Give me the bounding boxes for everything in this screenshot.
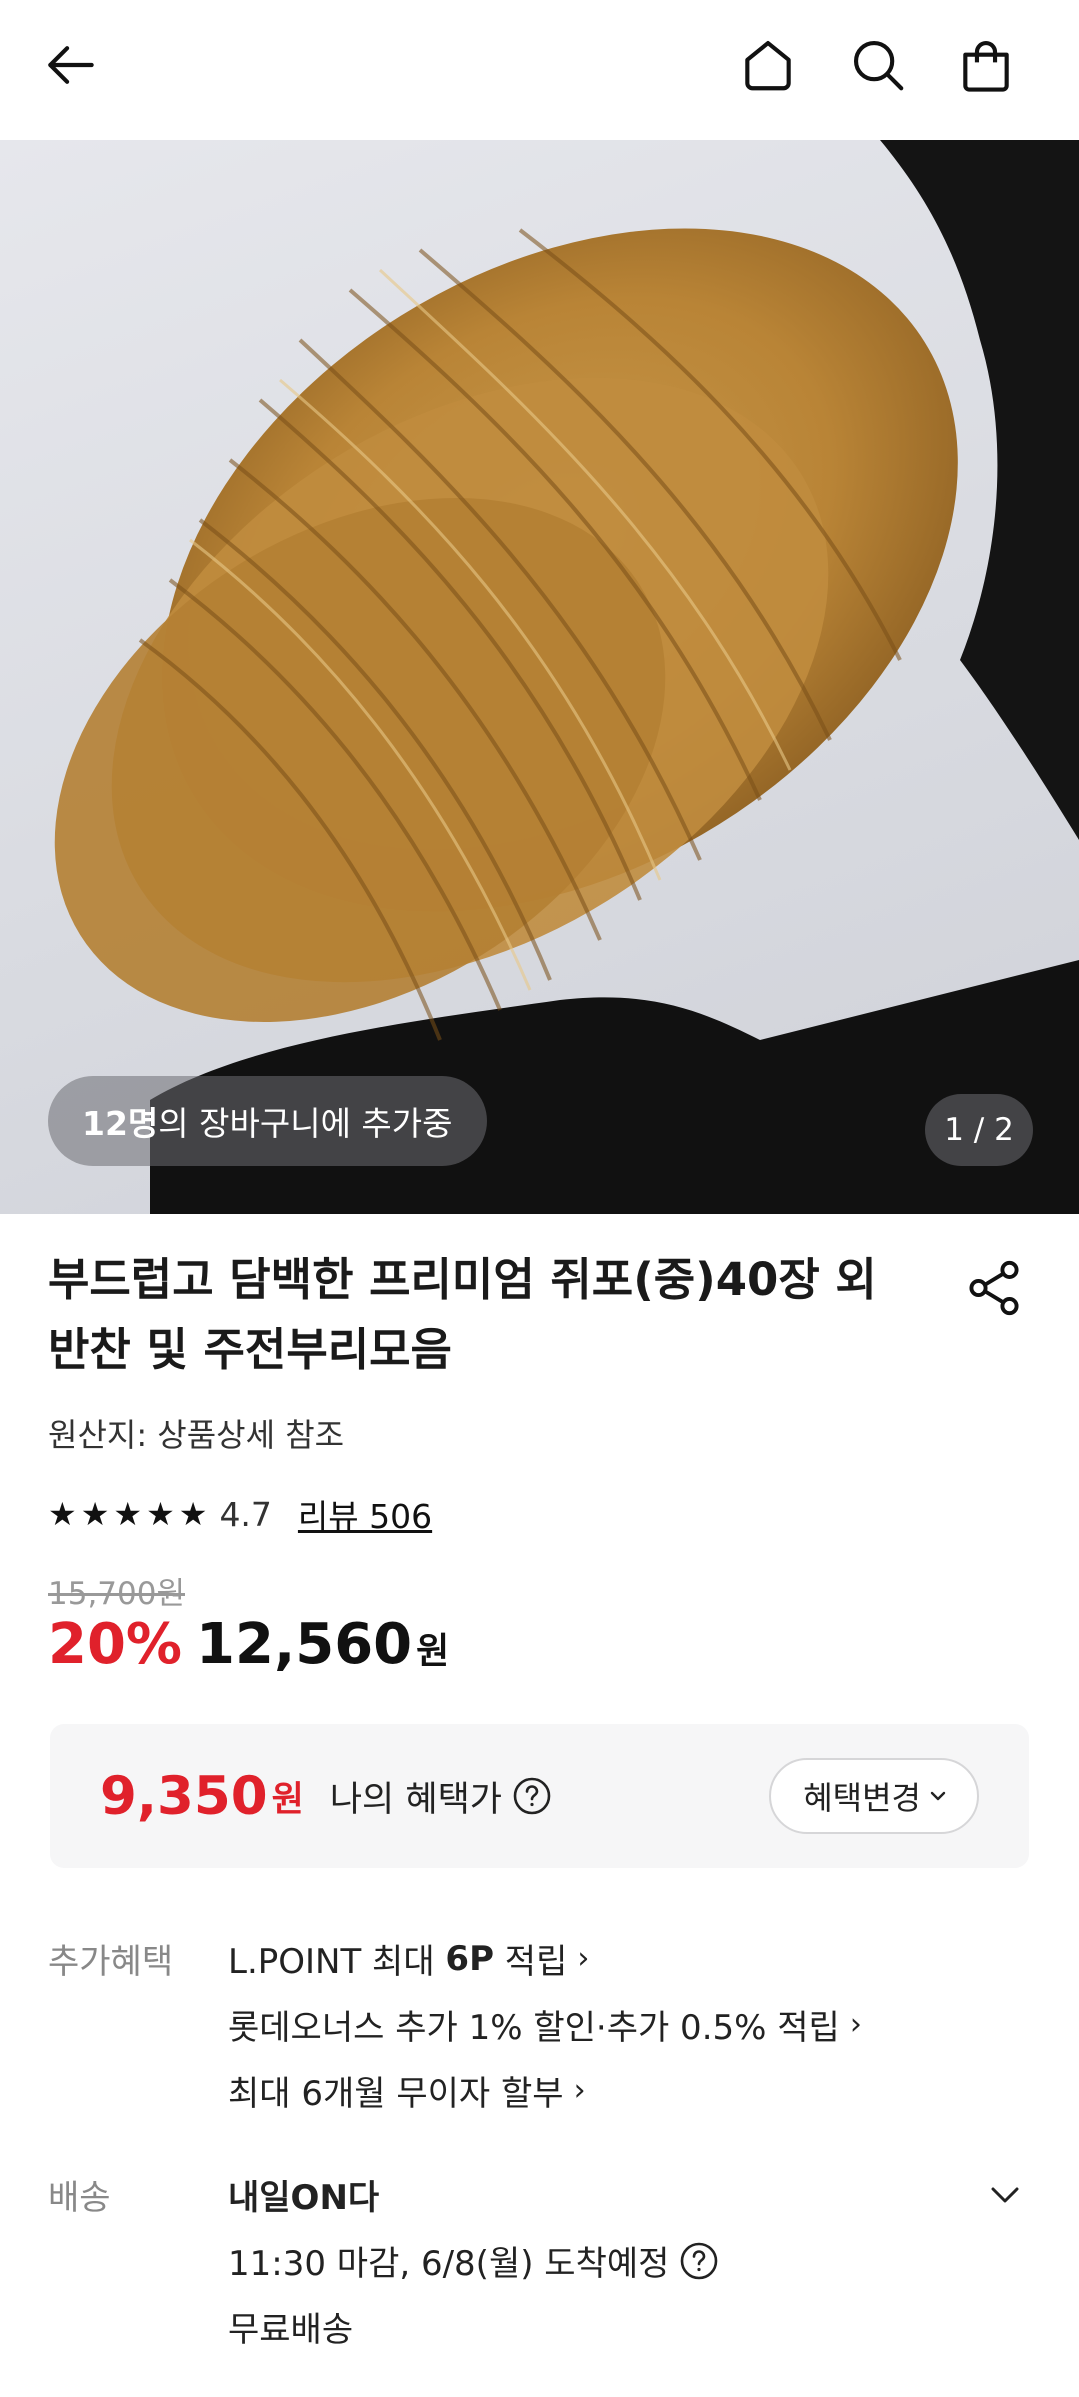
lpoint-points: 6P bbox=[445, 1938, 494, 1979]
product-title-line1: 부드럽고 담백한 프리미엄 쥐포(중)40장 외 bbox=[48, 1253, 877, 1306]
delivery-label: 배송 bbox=[48, 2178, 111, 2218]
cart-button[interactable] bbox=[951, 30, 1021, 100]
star-icon: ★ bbox=[80, 1495, 110, 1533]
price-row: 20% 12,560 원 bbox=[48, 1612, 449, 1688]
back-arrow-icon bbox=[48, 46, 94, 84]
cart-count: 12명 bbox=[82, 1104, 159, 1143]
home-icon bbox=[745, 40, 791, 91]
benefit-change-button[interactable]: 혜택변경 bbox=[769, 1758, 979, 1834]
product-image-carousel[interactable]: 12명 의 장바구니에 추가중 1 / 2 bbox=[0, 140, 1079, 1214]
rating-stars: ★ ★ ★ ★ ★ bbox=[48, 1498, 207, 1530]
original-price: 15,700원 bbox=[48, 1576, 185, 1612]
price-currency: 원 bbox=[416, 1631, 450, 1672]
lpoint-benefit-link[interactable]: L.POINT 최대 6P 적립 › bbox=[228, 1934, 589, 1983]
delivery-eta: 11:30 마감, 6/8(월) 도착예정 bbox=[228, 2236, 719, 2285]
star-icon: ★ bbox=[113, 1495, 143, 1533]
origin-info: 원산지: 상품상세 참조 bbox=[48, 1416, 345, 1454]
installment-text: 최대 6개월 무이자 할부 bbox=[228, 2074, 564, 2114]
help-icon[interactable] bbox=[512, 1776, 552, 1816]
cart-count-badge: 12명 의 장바구니에 추가중 bbox=[48, 1076, 487, 1166]
top-navigation-bar bbox=[0, 0, 1079, 140]
sale-price: 12,560 bbox=[196, 1612, 413, 1677]
chevron-right-icon: › bbox=[849, 2007, 862, 2042]
rating-value: 4.7 bbox=[219, 1494, 272, 1534]
benefit-price: 9,350 bbox=[100, 1765, 268, 1827]
star-icon: ★ bbox=[48, 1495, 77, 1533]
page-indicator: 1 / 2 bbox=[925, 1094, 1033, 1166]
benefit-price-box: 9,350 원 나의 혜택가 혜택변경 bbox=[50, 1724, 1029, 1868]
chevron-right-icon: › bbox=[573, 2073, 586, 2108]
star-icon: ★ bbox=[146, 1495, 175, 1533]
delivery-eta-text: 11:30 마감, 6/8(월) 도착예정 bbox=[228, 2244, 670, 2284]
lpoint-prefix: L.POINT 최대 bbox=[228, 1942, 446, 1982]
benefit-change-label: 혜택변경 bbox=[803, 1779, 921, 1817]
shopping-bag-icon bbox=[963, 40, 1009, 92]
review-link[interactable]: 리뷰 506 bbox=[298, 1490, 432, 1538]
benefit-currency: 원 bbox=[271, 1779, 304, 1820]
product-title: 부드럽고 담백한 프리미엄 쥐포(중)40장 외 반찬 및 주전부리모음 bbox=[48, 1245, 928, 1385]
lotte-owners-text: 롯데오너스 추가 1% 할인·추가 0.5% 적립 bbox=[228, 2008, 840, 2048]
search-button[interactable] bbox=[843, 30, 913, 100]
share-icon[interactable] bbox=[963, 1257, 1025, 1319]
benefit-label: 나의 혜택가 bbox=[329, 1779, 502, 1820]
chevron-down-icon bbox=[930, 1791, 946, 1801]
help-icon[interactable] bbox=[679, 2241, 719, 2281]
product-title-line2: 반찬 및 주전부리모음 bbox=[48, 1323, 452, 1376]
home-button[interactable] bbox=[733, 30, 803, 100]
rating-row: ★ ★ ★ ★ ★ 4.7 리뷰 506 bbox=[48, 1490, 432, 1538]
installment-benefit-link[interactable]: 최대 6개월 무이자 할부 › bbox=[228, 2066, 586, 2115]
product-photo bbox=[54, 140, 1079, 1214]
search-icon bbox=[853, 40, 904, 91]
star-icon: ★ bbox=[178, 1495, 208, 1533]
delivery-title: 내일ON다 bbox=[228, 2178, 380, 2218]
back-button[interactable] bbox=[36, 30, 106, 100]
lpoint-suffix: 적립 bbox=[494, 1942, 568, 1982]
extra-benefits-label: 추가혜택 bbox=[48, 1942, 174, 1982]
delivery-fee: 무료배송 bbox=[228, 2310, 354, 2350]
discount-rate: 20% bbox=[48, 1612, 183, 1677]
chevron-down-icon[interactable] bbox=[982, 2172, 1028, 2218]
cart-count-suffix: 의 장바구니에 추가중 bbox=[158, 1104, 453, 1143]
chevron-right-icon: › bbox=[577, 1941, 590, 1976]
lotte-owners-benefit-link[interactable]: 롯데오너스 추가 1% 할인·추가 0.5% 적립 › bbox=[228, 2000, 862, 2049]
